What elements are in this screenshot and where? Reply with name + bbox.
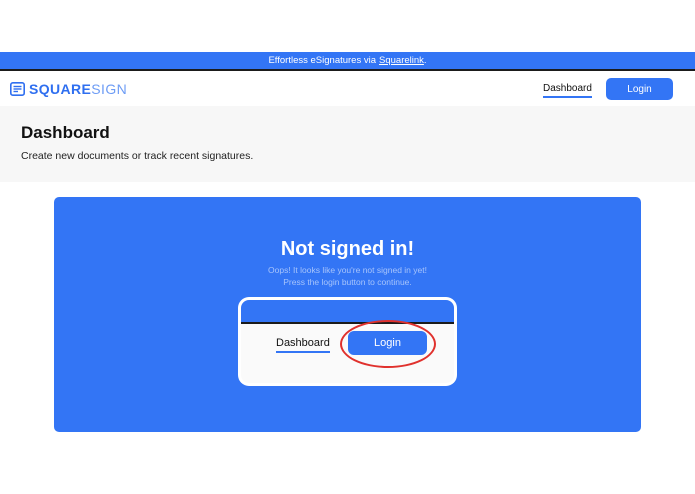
page-header: Dashboard Create new documents or track … <box>0 106 695 182</box>
logo-text-square: SQUARE <box>29 81 92 97</box>
navbar: SQUARESIGN Dashboard Login <box>0 71 695 106</box>
preview-banner-strip <box>241 300 454 324</box>
page-title: Dashboard <box>21 123 110 142</box>
nav-dashboard-link[interactable]: Dashboard <box>543 83 592 98</box>
squarelink-link[interactable]: Squarelink <box>379 55 424 66</box>
nav-login-button[interactable]: Login <box>606 78 673 100</box>
banner-text: Effortless eSignatures via <box>268 55 377 66</box>
logo[interactable]: SQUARESIGN <box>10 81 127 97</box>
logo-text: SQUARESIGN <box>29 81 127 97</box>
card-message: Oops! It looks like you're not signed in… <box>54 264 641 288</box>
page-subtitle: Create new documents or track recent sig… <box>21 150 254 162</box>
card-message-line1: Oops! It looks like you're not signed in… <box>268 265 427 275</box>
card-title: Not signed in! <box>280 238 415 260</box>
document-pen-icon <box>10 82 25 96</box>
not-signed-in-card: Not signed in! Oops! It looks like you'r… <box>54 197 641 432</box>
banner-period: . <box>423 55 427 66</box>
preview-dashboard-link: Dashboard <box>276 337 330 353</box>
logo-text-sign: SIGN <box>91 81 128 97</box>
announcement-banner: Effortless eSignatures via Squarelink. <box>0 52 695 71</box>
card-message-line2: Press the login button to continue. <box>283 277 412 287</box>
login-highlight-circle <box>340 320 436 368</box>
